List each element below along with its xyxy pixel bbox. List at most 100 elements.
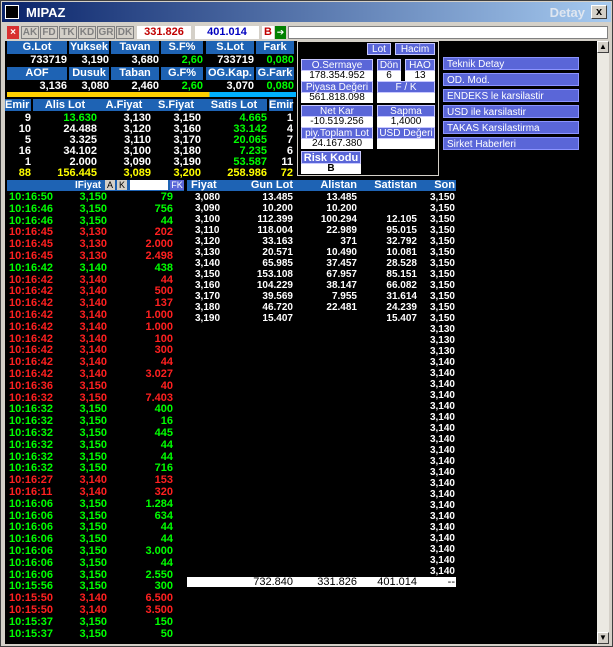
b-flag[interactable]: B [262, 26, 274, 39]
trade-price: 3,150 [79, 403, 107, 416]
summary-row2-2: 2,460 [131, 80, 159, 92]
trade-lot: 150 [154, 615, 173, 628]
orders-header-2: A.Fiyat [97, 99, 151, 111]
close-icon[interactable]: x [591, 5, 607, 19]
trade-lot: 44 [160, 521, 173, 534]
trade-lot: 137 [154, 297, 173, 310]
summary-row2-4: 3,070 [226, 80, 254, 92]
trade-time: 10:16:46 [9, 214, 54, 227]
tab-gr[interactable]: GR [97, 26, 115, 39]
tab-fd[interactable]: FD [40, 26, 58, 39]
tab-kd[interactable]: KD [78, 26, 96, 39]
trade-price: 3,140 [79, 332, 107, 345]
lot-button[interactable]: Lot [367, 43, 391, 55]
trade-lot: 44 [160, 438, 173, 451]
trade-lot: 3.027 [145, 368, 173, 380]
menu-item-5[interactable]: Sirket Haberleri [443, 137, 579, 150]
tab-a[interactable]: A [105, 180, 115, 190]
hacim-button[interactable]: Hacim [395, 43, 435, 55]
trade-lot: 16 [160, 415, 173, 428]
fk-value [377, 93, 435, 103]
trade-price: 3,140 [79, 368, 107, 380]
trade-time: 10:16:06 [9, 521, 54, 534]
trade-price: 3,150 [79, 191, 107, 203]
trade-lot: 153 [154, 474, 173, 487]
menu-item-3[interactable]: USD ile karsilastir [443, 105, 579, 118]
summary-progress-bar [7, 92, 296, 97]
trade-lot: 7.403 [145, 391, 173, 404]
trade-time: 10:16:32 [9, 427, 54, 439]
trade-price: 3,140 [79, 297, 107, 310]
trades-filter-input[interactable] [130, 180, 168, 190]
piyasa-value: 561.818.098 [301, 93, 373, 103]
trade-time: 10:16:32 [9, 415, 54, 428]
trade-price: 3,140 [79, 309, 107, 321]
depth-total-1: 331.826 [317, 576, 357, 588]
depth-header-1: Gun Lot [250, 179, 293, 191]
trade-time: 10:16:46 [9, 202, 54, 215]
trade-lot: 44 [160, 273, 173, 286]
summary-row1-0: 733719 [30, 54, 67, 66]
trade-price: 3,150 [79, 427, 107, 439]
trade-time: 10:16:45 [9, 250, 54, 262]
trade-time: 10:16:06 [9, 568, 54, 581]
trade-time: 10:16:32 [9, 462, 54, 475]
trade-time: 10:16:32 [9, 450, 54, 463]
sell-volume-value: 331.826 [137, 26, 191, 39]
trade-lot: 40 [160, 379, 173, 392]
depth-cell: 3,190 [195, 313, 221, 324]
trade-price: 3,150 [79, 391, 107, 404]
close-x-icon[interactable]: × [7, 26, 19, 39]
trade-time: 10:15:50 [9, 604, 54, 616]
orders-header-1: Alis Lot [33, 99, 97, 111]
menu-item-4[interactable]: TAKAS Karsilastirma [443, 121, 579, 134]
trade-time: 10:16:45 [9, 238, 54, 251]
scroll-down-icon[interactable]: ▼ [597, 632, 609, 644]
symbol-input[interactable] [288, 26, 608, 39]
title-bar[interactable]: MIPAZ Detay x [2, 2, 611, 22]
menu-item-1[interactable]: OD. Mod. [443, 73, 579, 86]
trade-time: 10:16:27 [9, 474, 54, 487]
trade-price: 3,150 [79, 214, 107, 227]
orders-header-5: Emir [269, 99, 294, 111]
sapma-value: 1,4000 [377, 117, 435, 127]
trade-price: 3,150 [79, 545, 107, 557]
trade-lot: 79 [160, 191, 173, 203]
scroll-up-icon[interactable]: ▲ [597, 41, 609, 53]
summary-headers2-5: G.Fark [256, 67, 294, 80]
menu-item-2[interactable]: ENDEKS le karsilastir [443, 89, 579, 102]
trade-lot: 756 [154, 202, 173, 215]
summary-headers1-4: S.Lot [206, 41, 254, 54]
trade-time: 10:16:42 [9, 297, 54, 310]
trade-lot: 1.000 [145, 320, 173, 333]
buy-volume-value: 401.014 [195, 26, 259, 39]
tab-tk[interactable]: TK [59, 26, 77, 39]
depth-total-3: -- [447, 576, 455, 588]
arrow-right-icon[interactable]: ➔ [275, 26, 286, 39]
trade-time: 10:16:36 [9, 379, 54, 392]
menu-item-0[interactable]: Teknik Detay [443, 57, 579, 70]
trade-time: 10:16:32 [9, 438, 54, 451]
vertical-scrollbar[interactable]: ▲ ▼ [597, 41, 609, 644]
summary-headers2-3: G.F% [161, 67, 203, 80]
summary-headers1-5: Fark [256, 41, 294, 54]
trade-time: 10:16:11 [9, 486, 53, 498]
app-icon [5, 5, 19, 19]
trade-time: 10:16:06 [9, 497, 54, 510]
trade-time: 10:16:42 [9, 368, 54, 380]
tab-dk[interactable]: DK [116, 26, 134, 39]
trade-time: 10:16:42 [9, 273, 54, 286]
trade-time: 10:16:06 [9, 556, 54, 569]
tab-ak[interactable]: AK [21, 26, 39, 39]
trade-lot: 634 [154, 509, 173, 522]
tab-k[interactable]: K [117, 180, 127, 190]
trade-price: 3,140 [79, 474, 107, 487]
trade-lot: 3.500 [145, 604, 173, 616]
scroll-track[interactable] [597, 53, 609, 632]
tab-fk[interactable]: FK [170, 180, 184, 190]
trade-time: 10:15:50 [9, 592, 54, 605]
summary-row2-5: 0,080 [266, 80, 294, 92]
app-window: MIPAZ Detay x × AK FD TK KD GR DK 331.82… [0, 0, 613, 647]
fk-label: F / K [377, 81, 435, 93]
trades-price-header: IFiyat [75, 180, 102, 191]
